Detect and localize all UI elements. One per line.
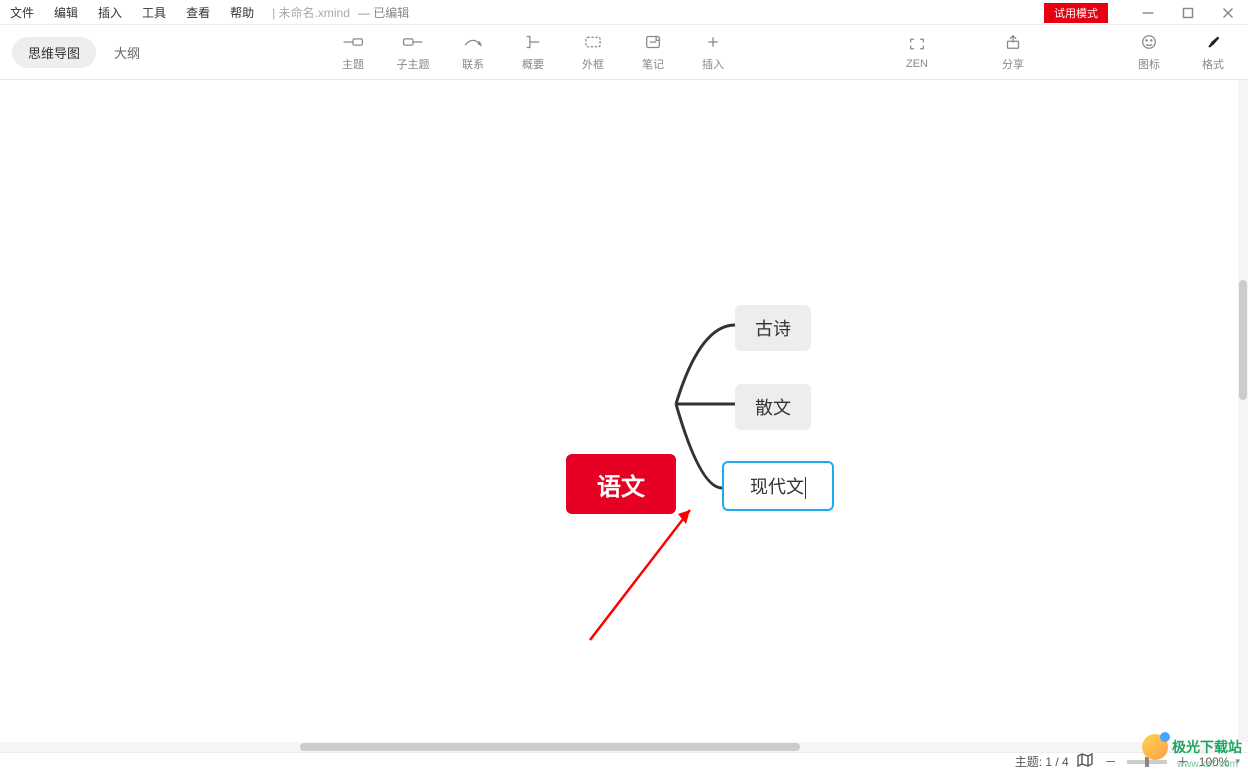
window-maximize-button[interactable]	[1168, 0, 1208, 25]
maximize-icon	[1177, 4, 1199, 22]
subtopic-icon	[402, 33, 424, 51]
menu-edit[interactable]: 编辑	[44, 4, 88, 21]
tool-group: 主题 子主题 联系 概要 外框 笔记 插入	[330, 32, 736, 72]
view-tabs: 思维导图 大纲	[12, 37, 150, 68]
topic-count-label: 主题: 1 / 4	[1015, 753, 1069, 770]
annotation-arrow	[0, 80, 1238, 742]
minimize-icon	[1137, 4, 1159, 22]
tool-boundary[interactable]: 外框	[570, 32, 616, 72]
tool-subtopic-label: 子主题	[397, 56, 430, 72]
tool-summary-label: 概要	[522, 56, 544, 72]
smiley-icon	[1138, 33, 1160, 51]
fullscreen-icon	[906, 35, 928, 53]
titlebar: 文件 编辑 插入 工具 查看 帮助 | 未命名.xmind — 已编辑 试用模式	[0, 0, 1248, 25]
summary-icon	[522, 33, 544, 51]
tool-format[interactable]: 格式	[1190, 32, 1236, 72]
tool-zen[interactable]: ZEN	[894, 34, 940, 70]
map-icon	[1077, 753, 1093, 767]
horizontal-scrollbar[interactable]	[0, 742, 1238, 752]
note-icon	[642, 33, 664, 51]
tab-mindmap[interactable]: 思维导图	[12, 37, 96, 68]
window-close-button[interactable]	[1208, 0, 1248, 25]
vertical-scrollbar[interactable]	[1238, 80, 1248, 742]
window-minimize-button[interactable]	[1128, 0, 1168, 25]
plus-icon	[702, 33, 724, 51]
trial-mode-badge[interactable]: 试用模式	[1044, 3, 1108, 23]
relation-icon	[462, 33, 484, 51]
document-edit-status: — 已编辑	[358, 4, 409, 21]
document-filename: | 未命名.xmind	[272, 4, 350, 21]
tool-boundary-label: 外框	[582, 56, 604, 72]
tool-note-label: 笔记	[642, 56, 664, 72]
tool-insert[interactable]: 插入	[690, 32, 736, 72]
tool-summary[interactable]: 概要	[510, 32, 556, 72]
tool-note[interactable]: 笔记	[630, 32, 676, 72]
tool-relation-label: 联系	[462, 56, 484, 72]
map-overview-button[interactable]	[1077, 753, 1093, 770]
menu-tools[interactable]: 工具	[132, 4, 176, 21]
zoom-slider[interactable]	[1127, 760, 1167, 764]
share-icon	[1002, 33, 1024, 51]
tool-zen-label: ZEN	[906, 58, 928, 70]
zoom-out-button[interactable]: －	[1101, 753, 1121, 770]
tool-topic[interactable]: 主题	[330, 32, 376, 72]
tool-icons[interactable]: 图标	[1126, 32, 1172, 72]
brush-icon	[1202, 33, 1224, 51]
toolbar: 思维导图 大纲 主题 子主题 联系 概要 外框 笔记 插入	[0, 25, 1248, 80]
menu-help[interactable]: 帮助	[220, 4, 264, 21]
tool-icons-label: 图标	[1138, 56, 1160, 72]
tool-topic-label: 主题	[342, 56, 364, 72]
menu-file[interactable]: 文件	[0, 4, 44, 21]
tool-insert-label: 插入	[702, 56, 724, 72]
vertical-scroll-thumb[interactable]	[1239, 280, 1247, 400]
tool-share[interactable]: 分享	[990, 32, 1036, 72]
mindmap-canvas[interactable]: 语文 古诗 散文 现代文	[0, 80, 1238, 742]
watermark-url: www.xz7.com	[1177, 759, 1238, 770]
tab-outline[interactable]: 大纲	[104, 37, 150, 68]
menu-insert[interactable]: 插入	[88, 4, 132, 21]
tool-subtopic[interactable]: 子主题	[390, 32, 436, 72]
menu-view[interactable]: 查看	[176, 4, 220, 21]
boundary-icon	[582, 33, 604, 51]
close-icon	[1217, 4, 1239, 22]
tool-relation[interactable]: 联系	[450, 32, 496, 72]
topic-icon	[342, 33, 364, 51]
horizontal-scroll-thumb[interactable]	[300, 743, 800, 751]
tool-format-label: 格式	[1202, 56, 1224, 72]
statusbar: 主题: 1 / 4 － ＋ 100% ▾	[0, 752, 1248, 770]
tool-share-label: 分享	[1002, 56, 1024, 72]
